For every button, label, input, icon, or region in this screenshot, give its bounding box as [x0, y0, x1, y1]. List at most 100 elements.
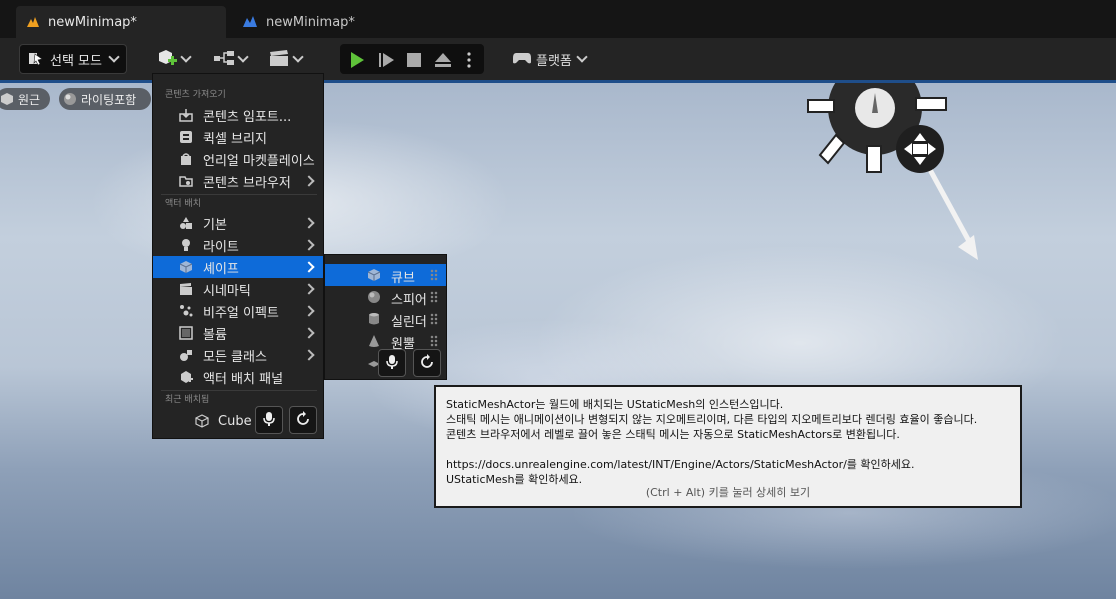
add-content-button[interactable] — [156, 44, 196, 74]
section-header-place-actors: 액터 배치 — [165, 199, 201, 209]
submenu-item-cube[interactable]: 큐브 — [325, 264, 446, 286]
chevron-right-icon — [303, 305, 315, 317]
submenu-item-label: 실린더 — [391, 315, 427, 330]
tooltip-docs-link: https://docs.unrealengine.com/latest/INT… — [446, 458, 915, 471]
blueprint-graph-icon — [213, 49, 235, 70]
chevron-right-icon — [303, 349, 315, 361]
lit-sphere-icon — [63, 92, 77, 106]
menu-item-quixel-bridge[interactable]: 퀵셀 브리지 — [153, 126, 323, 148]
cone-icon — [367, 334, 381, 348]
tab-blueprint[interactable]: newMinimap* — [232, 6, 432, 38]
play-controls — [340, 44, 484, 74]
submenu-item-sphere[interactable]: 스피어 — [325, 286, 446, 308]
voice-input-button[interactable] — [378, 349, 406, 377]
tab-label: newMinimap* — [48, 14, 137, 30]
menu-divider — [161, 390, 317, 391]
section-header-import: 콘텐츠 가져오기 — [165, 90, 226, 100]
lit-mode-label: 라이팅포함 — [81, 92, 137, 107]
drag-handle-icon[interactable] — [430, 269, 438, 281]
menu-item-shapes[interactable]: 셰이프 — [153, 256, 323, 278]
more-options-icon[interactable] — [466, 51, 472, 72]
chevron-down-icon — [237, 51, 249, 63]
menu-item-volumes[interactable]: 볼륨 — [153, 322, 323, 344]
platforms-button[interactable]: 플랫폼 — [512, 44, 602, 74]
tab-level[interactable]: newMinimap* — [16, 6, 226, 38]
refresh-button[interactable] — [289, 406, 317, 434]
tooltip-line: 스태틱 메시는 애니메이션이나 변형되지 않는 지오메트리이며, 다른 타입의 … — [446, 413, 978, 426]
tab-label: newMinimap* — [266, 14, 355, 30]
stop-icon[interactable] — [406, 52, 422, 71]
platforms-label: 플랫폼 — [536, 53, 572, 69]
menu-item-label: 시네마틱 — [203, 283, 251, 299]
tooltip-line: 콘텐츠 브라우저에서 레벨로 끌어 놓은 스태틱 메시는 자동으로 Static… — [446, 428, 900, 441]
lit-mode-button[interactable]: 라이팅포함 — [59, 88, 151, 110]
menu-item-content-browser[interactable]: 콘텐츠 브라우저 — [153, 170, 323, 192]
menu-item-import-content[interactable]: 콘텐츠 임포트... — [153, 104, 323, 126]
menu-item-cinematic[interactable]: 시네마틱 — [153, 278, 323, 300]
volume-icon — [179, 326, 193, 340]
menu-item-label: 모든 클래스 — [203, 349, 267, 365]
menu-item-visual-effects[interactable]: 비주얼 이펙트 — [153, 300, 323, 322]
menu-item-label: 셰이프 — [203, 261, 239, 277]
place-panel-icon — [179, 370, 193, 384]
directional-light-gizmo[interactable] — [800, 83, 990, 268]
refresh-button[interactable] — [413, 349, 441, 377]
menu-item-marketplace[interactable]: 언리얼 마켓플레이스 — [153, 148, 323, 170]
shapes-submenu: 큐브 스피어 실린더 원뿔 면 — [324, 254, 447, 380]
menu-item-basic[interactable]: 기본 — [153, 212, 323, 234]
chevron-right-icon — [303, 283, 315, 295]
recent-item-label: Cube — [218, 413, 252, 429]
menu-item-label: 콘텐츠 브라우저 — [203, 175, 291, 191]
content-browser-icon — [179, 174, 193, 188]
bridge-icon — [179, 130, 193, 144]
refresh-icon — [418, 353, 436, 374]
chevron-right-icon — [303, 239, 315, 251]
cylinder-icon — [367, 312, 381, 326]
play-icon[interactable] — [348, 51, 366, 72]
basic-icon — [179, 216, 193, 230]
perspective-label: 원근 — [18, 92, 41, 107]
voice-input-button[interactable] — [255, 406, 283, 434]
drag-handle-icon[interactable] — [430, 335, 438, 347]
perspective-button[interactable]: 원근 — [0, 88, 50, 110]
section-header-recent: 최근 배치됨 — [165, 395, 210, 405]
menu-item-label: 볼륨 — [203, 327, 227, 343]
menu-item-label: 비주얼 이펙트 — [203, 305, 279, 321]
shape-icon — [179, 260, 193, 274]
select-mode-label: 선택 모드 — [50, 53, 102, 69]
cinematics-button[interactable] — [268, 44, 308, 74]
level-icon — [26, 14, 40, 31]
marketplace-icon — [179, 152, 193, 166]
menu-divider — [161, 194, 317, 195]
microphone-icon — [385, 354, 399, 373]
chevron-right-icon — [303, 327, 315, 339]
import-icon — [179, 108, 193, 122]
eject-icon[interactable] — [433, 51, 453, 72]
menu-item-lights[interactable]: 라이트 — [153, 234, 323, 256]
perspective-cube-icon — [0, 92, 14, 106]
submenu-item-cylinder[interactable]: 실린더 — [325, 308, 446, 330]
menu-item-label: 액터 배치 패널 — [203, 371, 284, 387]
add-content-menu: 콘텐츠 가져오기 콘텐츠 임포트... 퀵셀 브리지 언리얼 마켓플레이스 콘텐… — [152, 73, 324, 439]
microphone-icon — [262, 411, 276, 430]
menu-item-label: 라이트 — [203, 239, 239, 255]
drag-handle-icon[interactable] — [430, 313, 438, 325]
sphere-icon — [367, 290, 381, 304]
chevron-right-icon — [303, 261, 315, 273]
blueprint-menu-button[interactable] — [213, 44, 253, 74]
classes-icon — [179, 348, 193, 362]
clapperboard-icon — [268, 49, 290, 70]
chevron-down-icon — [576, 51, 588, 63]
step-forward-icon[interactable] — [378, 51, 396, 72]
submenu-item-label: 큐브 — [391, 271, 415, 286]
select-mode-button[interactable]: 선택 모드 — [19, 44, 127, 74]
menu-item-label: 콘텐츠 임포트... — [203, 109, 292, 125]
vfx-icon — [179, 304, 193, 318]
drag-handle-icon[interactable] — [430, 291, 438, 303]
menu-item-place-actors-panel[interactable]: 액터 배치 패널 — [153, 366, 323, 388]
menu-item-label: 퀵셀 브리지 — [203, 131, 267, 147]
static-mesh-tooltip: StaticMeshActor는 월드에 배치되는 UStaticMesh의 인… — [434, 385, 1022, 508]
select-mode-icon — [28, 50, 44, 69]
menu-item-all-classes[interactable]: 모든 클래스 — [153, 344, 323, 366]
chevron-down-icon — [292, 51, 304, 63]
